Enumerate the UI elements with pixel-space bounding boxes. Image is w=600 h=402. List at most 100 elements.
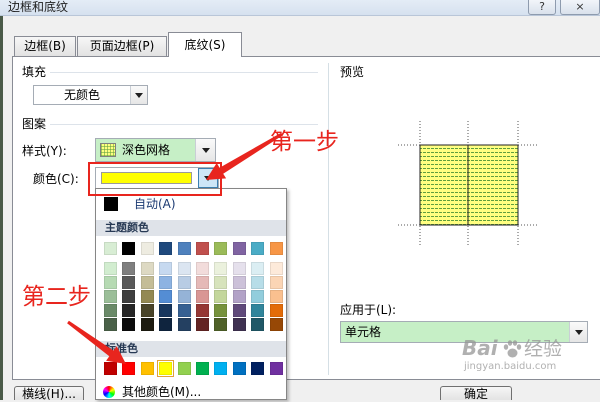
theme-shade-swatch[interactable] <box>196 262 209 275</box>
theme-shade-swatch[interactable] <box>140 276 154 289</box>
theme-shade-swatch[interactable] <box>122 318 136 331</box>
theme-shade-swatch[interactable] <box>232 318 246 331</box>
theme-shade-swatch[interactable] <box>159 276 173 289</box>
fill-dropdown-arrow[interactable] <box>130 86 147 104</box>
tab-page-border[interactable]: 页面边框(P) <box>77 36 167 56</box>
theme-color-swatch[interactable] <box>232 242 246 255</box>
tab-borders[interactable]: 边框(B) <box>14 36 76 56</box>
standard-color-swatch[interactable] <box>122 362 136 375</box>
auto-color-swatch <box>104 197 118 211</box>
theme-shade-swatch[interactable] <box>140 304 154 317</box>
baidu-paw-icon <box>503 340 522 358</box>
theme-shade-swatch[interactable] <box>159 262 173 275</box>
theme-color-swatch[interactable] <box>177 242 191 255</box>
theme-shade-swatch[interactable] <box>159 318 173 331</box>
theme-color-swatch[interactable] <box>159 242 173 255</box>
theme-shade-swatch[interactable] <box>251 276 265 289</box>
theme-shade-swatch[interactable] <box>122 290 136 303</box>
tab-shading-label: 底纹(S) <box>184 38 226 52</box>
theme-shade-swatch[interactable] <box>140 290 154 303</box>
theme-shade-swatch[interactable] <box>214 290 228 303</box>
fill-heading: 填充 <box>22 65 47 79</box>
theme-color-swatch[interactable] <box>251 242 265 255</box>
pattern-style-dropdown-arrow[interactable] <box>195 139 215 161</box>
apply-to-value: 单元格 <box>345 325 382 339</box>
window-title: 边框和底纹 <box>8 0 69 14</box>
theme-shade-swatch[interactable] <box>159 304 173 317</box>
watermark-brand-cn: 经验 <box>524 338 563 360</box>
chevron-down-icon <box>574 330 583 335</box>
theme-shade-swatch[interactable] <box>196 290 209 303</box>
auto-color-label: 自动(A) <box>134 197 176 211</box>
theme-shade-swatch[interactable] <box>232 276 246 289</box>
theme-shade-swatch[interactable] <box>104 262 117 275</box>
theme-shade-swatch[interactable] <box>104 304 117 317</box>
theme-shade-swatch[interactable] <box>177 276 191 289</box>
theme-shade-swatch[interactable] <box>196 304 209 317</box>
theme-shade-swatch[interactable] <box>269 262 283 275</box>
pattern-style-value: 深色网格 <box>122 143 171 157</box>
apply-to-label: 应用于(L): <box>340 303 397 317</box>
theme-color-swatch[interactable] <box>196 242 209 255</box>
fill-color-dropdown[interactable]: 无颜色 <box>33 85 148 105</box>
ok-button[interactable]: 确定 <box>440 386 512 401</box>
auto-color-item[interactable]: 自动(A) <box>96 194 286 213</box>
standard-color-swatch[interactable] <box>232 362 246 375</box>
standard-color-swatch[interactable] <box>251 362 265 375</box>
theme-shade-swatch[interactable] <box>251 304 265 317</box>
theme-shade-swatch[interactable] <box>214 262 228 275</box>
theme-shade-swatch[interactable] <box>104 318 117 331</box>
tab-shading[interactable]: 底纹(S) <box>168 32 242 57</box>
theme-shade-swatch[interactable] <box>159 290 173 303</box>
theme-shade-swatch[interactable] <box>140 262 154 275</box>
theme-shade-swatch[interactable] <box>269 304 283 317</box>
standard-color-swatch[interactable] <box>140 362 154 375</box>
theme-shade-swatch[interactable] <box>104 290 117 303</box>
theme-shade-swatch[interactable] <box>251 262 265 275</box>
theme-shade-swatch[interactable] <box>177 318 191 331</box>
standard-color-swatch[interactable] <box>196 362 209 375</box>
theme-shade-swatch[interactable] <box>269 290 283 303</box>
theme-shade-swatch[interactable] <box>251 318 265 331</box>
standard-color-swatch[interactable] <box>214 362 228 375</box>
standard-color-swatch[interactable] <box>269 362 283 375</box>
theme-shade-swatch[interactable] <box>177 262 191 275</box>
theme-color-swatch[interactable] <box>104 242 117 255</box>
close-button[interactable]: × <box>560 0 600 15</box>
theme-shade-swatch[interactable] <box>232 262 246 275</box>
theme-shade-swatch[interactable] <box>177 304 191 317</box>
color-wheel-icon <box>103 386 115 398</box>
theme-shade-swatch[interactable] <box>140 318 154 331</box>
theme-color-swatch[interactable] <box>140 242 154 255</box>
theme-shade-swatch[interactable] <box>214 318 228 331</box>
theme-shade-swatch[interactable] <box>122 304 136 317</box>
theme-shade-swatch[interactable] <box>104 276 117 289</box>
theme-shade-swatch[interactable] <box>177 290 191 303</box>
theme-shade-swatch[interactable] <box>196 318 209 331</box>
theme-shade-swatch[interactable] <box>232 304 246 317</box>
standard-color-swatch[interactable] <box>177 362 191 375</box>
pattern-style-swatch <box>100 143 116 157</box>
help-button[interactable]: ? <box>528 0 556 15</box>
more-colors-item[interactable]: 其他颜色(M)... <box>96 385 286 399</box>
theme-shade-swatch[interactable] <box>214 276 228 289</box>
theme-shade-swatch[interactable] <box>232 290 246 303</box>
theme-shade-swatch[interactable] <box>269 318 283 331</box>
theme-shade-swatch[interactable] <box>214 304 228 317</box>
standard-color-swatch[interactable] <box>104 362 117 375</box>
theme-color-swatch[interactable] <box>214 242 228 255</box>
watermark-site: jingyan.baidu.com <box>464 361 557 372</box>
theme-color-swatch[interactable] <box>122 242 136 255</box>
fill-color-value: 无颜色 <box>63 88 100 102</box>
theme-shade-swatch[interactable] <box>251 290 265 303</box>
help-icon: ? <box>539 0 545 13</box>
horizontal-line-button[interactable]: 横线(H)... <box>14 386 84 401</box>
pattern-style-dropdown[interactable]: 深色网格 <box>95 138 216 162</box>
theme-shade-swatch[interactable] <box>122 276 136 289</box>
theme-shade-swatch[interactable] <box>269 276 283 289</box>
theme-shade-swatch[interactable] <box>196 276 209 289</box>
theme-color-swatch[interactable] <box>269 242 283 255</box>
horizontal-line-button-label: 横线(H)... <box>22 387 76 401</box>
standard-color-swatch[interactable] <box>159 362 173 375</box>
theme-shade-swatch[interactable] <box>122 262 136 275</box>
